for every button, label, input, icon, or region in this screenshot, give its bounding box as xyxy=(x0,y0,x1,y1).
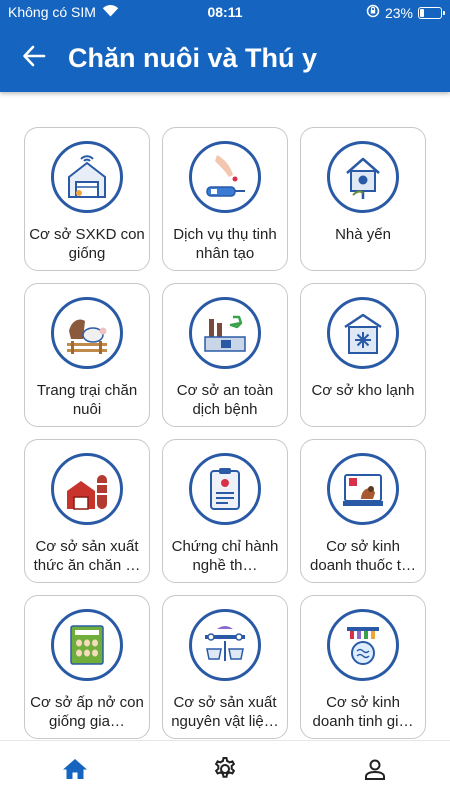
status-bar: Không có SIM 08:11 23% xyxy=(0,0,450,26)
tile-egg-hatchery[interactable]: Cơ sở ấp nở con giống gia… xyxy=(24,595,150,739)
user-profile-icon xyxy=(363,757,387,786)
tile-label: Cơ sở kinh doanh thuốc t… xyxy=(310,538,416,574)
page-title: Chăn nuôi và Thú y xyxy=(68,42,318,73)
tile-label: Cơ sở sản xuất thức ăn chăn … xyxy=(33,538,141,574)
tile-artificial-insemination[interactable]: Dịch vụ thụ tinh nhân tạo xyxy=(162,127,288,271)
service-grid: Cơ sở SXKD con giống Dịch vụ thụ tinh nh… xyxy=(24,127,427,739)
certificate-icon xyxy=(189,453,261,525)
farm-animals-icon xyxy=(51,297,123,369)
feed-mill-icon xyxy=(51,453,123,525)
tile-label: Cơ sở ấp nở con giống gia… xyxy=(30,694,144,730)
nav-home[interactable] xyxy=(59,755,91,787)
tile-label: Cơ sở SXKD con giống xyxy=(29,226,145,262)
tile-label: Cơ sở sản xuất nguyên vật liệ… xyxy=(171,694,279,730)
orientation-lock-icon xyxy=(366,4,380,21)
tile-label: Nhà yến xyxy=(335,226,391,243)
vet-medicine-icon xyxy=(327,453,399,525)
tile-swiftlet-house[interactable]: Nhà yến xyxy=(300,127,426,271)
safe-factory-icon xyxy=(189,297,261,369)
arrow-left-icon xyxy=(22,45,46,72)
tile-breeding-facility[interactable]: Cơ sở SXKD con giống xyxy=(24,127,150,271)
tile-cold-storage[interactable]: Cơ sở kho lạnh xyxy=(300,283,426,427)
tile-label: Dịch vụ thụ tinh nhân tạo xyxy=(173,226,277,262)
tile-label: Cơ sở kinh doanh tinh gi… xyxy=(312,694,414,730)
tile-practice-certificate[interactable]: Chứng chỉ hành nghề th… xyxy=(162,439,288,583)
barn-chicken-icon xyxy=(51,141,123,213)
battery-percent: 23% xyxy=(384,4,413,21)
battery-icon xyxy=(418,6,445,19)
bird-house-icon xyxy=(327,141,399,213)
tile-label: Cơ sở kho lạnh xyxy=(311,382,415,399)
tile-disease-safe-facility[interactable]: Cơ sở an toàn dịch bệnh xyxy=(162,283,288,427)
tile-semen-trade[interactable]: Cơ sở kinh doanh tinh gi… xyxy=(300,595,426,739)
cold-storage-icon xyxy=(327,297,399,369)
settings-gear-icon xyxy=(212,756,238,787)
tile-label: Cơ sở an toàn dịch bệnh xyxy=(176,382,274,418)
home-icon xyxy=(62,757,88,786)
nav-settings[interactable] xyxy=(209,755,241,787)
bottom-navigation xyxy=(0,740,450,800)
back-button[interactable] xyxy=(4,30,64,86)
egg-incubator-icon xyxy=(51,609,123,681)
semen-lab-icon xyxy=(327,609,399,681)
tile-vet-medicine-trade[interactable]: Cơ sở kinh doanh thuốc t… xyxy=(300,439,426,583)
nav-profile[interactable] xyxy=(359,755,391,787)
tile-feed-production[interactable]: Cơ sở sản xuất thức ăn chăn … xyxy=(24,439,150,583)
insemination-icon xyxy=(189,141,261,213)
tile-livestock-farm[interactable]: Trang trại chăn nuôi xyxy=(24,283,150,427)
tile-raw-material-production[interactable]: Cơ sở sản xuất nguyên vật liệ… xyxy=(162,595,288,739)
tile-label: Chứng chỉ hành nghề th… xyxy=(171,538,279,574)
app-header: Không có SIM 08:11 23% Chăn nuôi và Thú … xyxy=(0,0,450,92)
tile-label: Trang trại chăn nuôi xyxy=(36,382,138,418)
conveyor-production-icon xyxy=(189,609,261,681)
